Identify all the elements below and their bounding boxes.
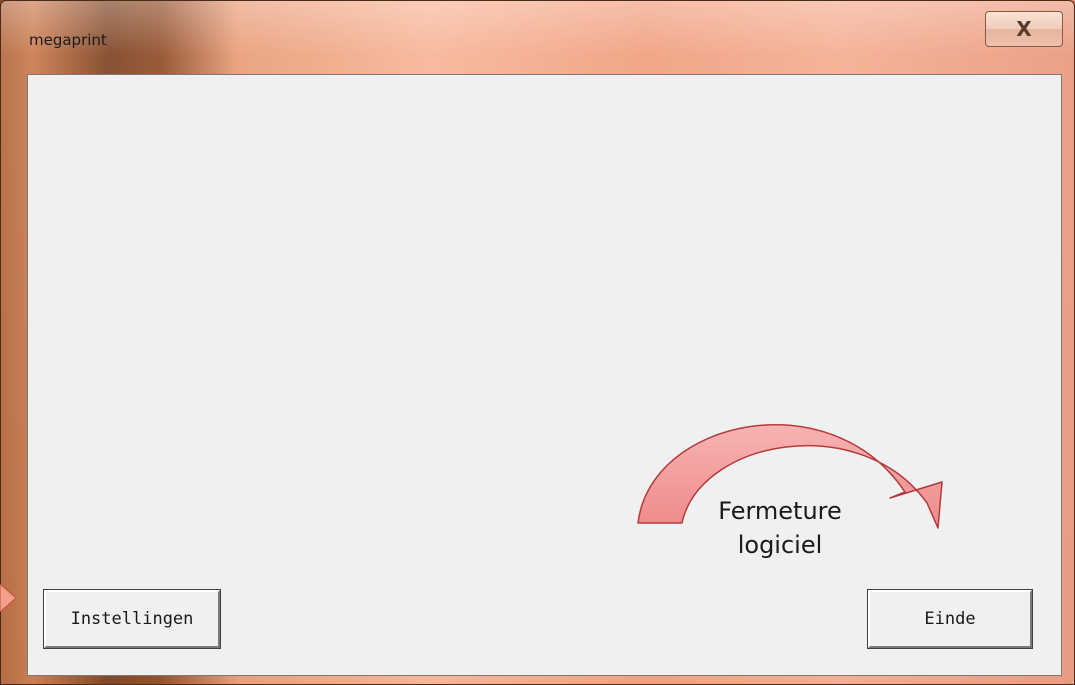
window-title: megaprint bbox=[29, 31, 107, 49]
close-icon: X bbox=[1016, 17, 1032, 41]
settings-button[interactable]: Instellingen bbox=[43, 589, 221, 649]
end-button[interactable]: Einde bbox=[867, 589, 1033, 649]
annotation-label: Fermeture logiciel bbox=[690, 494, 870, 562]
arrow-tip-icon bbox=[0, 584, 16, 612]
annotation-line-2: logiciel bbox=[737, 531, 823, 559]
dialog-client-area: Instellingen Einde bbox=[27, 74, 1062, 676]
window-frame: megaprint X Instellingen Einde bbox=[0, 0, 1075, 685]
annotation-line-1: Fermeture bbox=[718, 497, 842, 525]
close-button[interactable]: X bbox=[985, 11, 1063, 47]
